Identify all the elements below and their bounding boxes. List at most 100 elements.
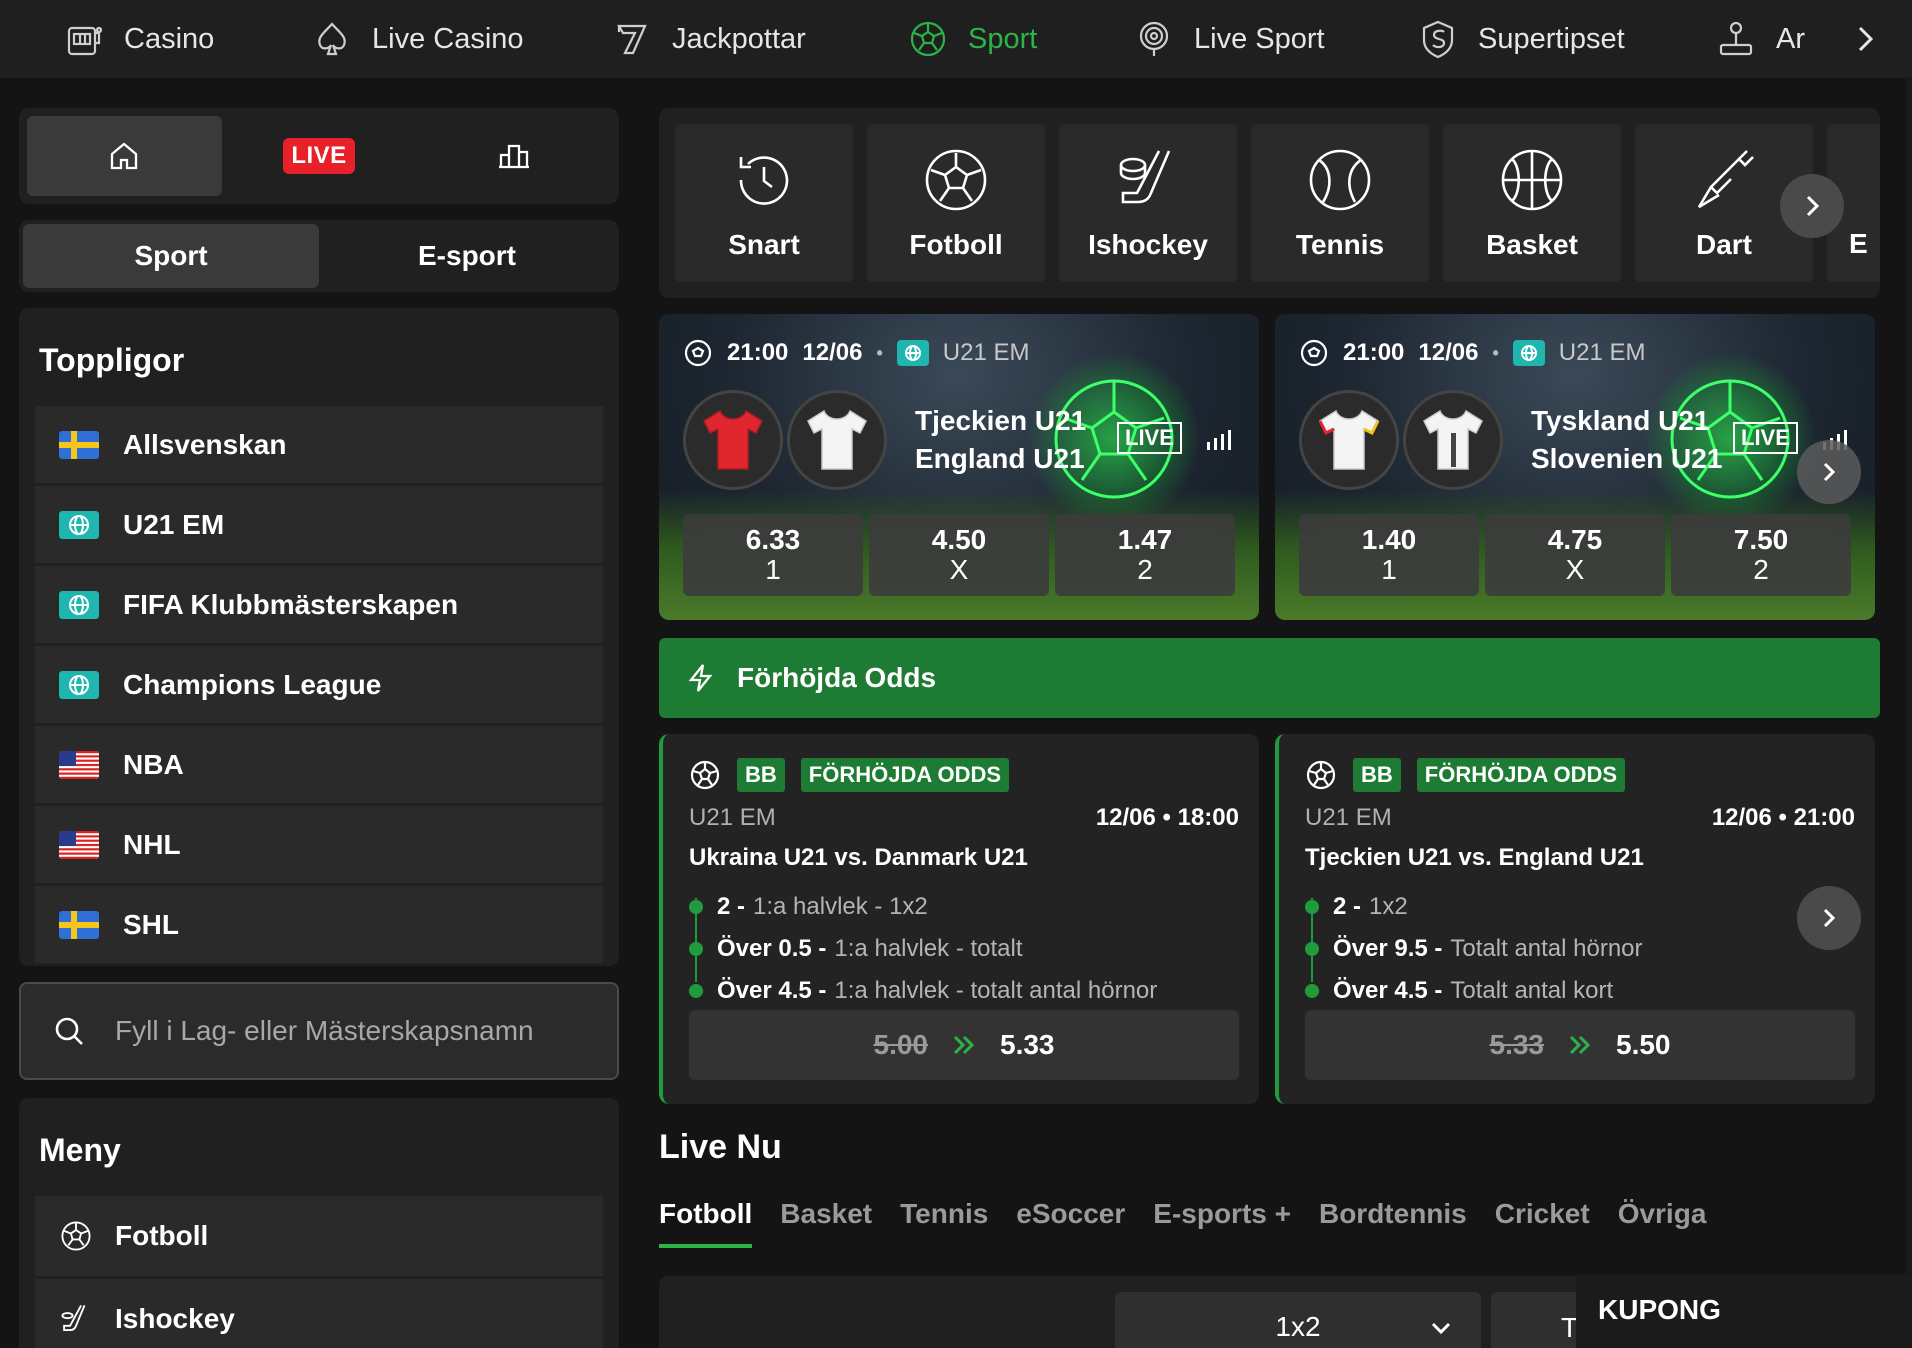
- league-label: SHL: [123, 908, 179, 940]
- league-item-champions-league[interactable]: Champions League: [35, 646, 603, 723]
- nav-sport[interactable]: Sport: [908, 0, 1037, 78]
- sport-tile-ishockey[interactable]: Ishockey: [1059, 124, 1237, 282]
- match-competition: U21 EM: [942, 339, 1030, 366]
- meny-panel: Meny Fotboll Ishockey: [19, 1098, 619, 1348]
- sport-tile-snart[interactable]: Snart: [675, 124, 853, 282]
- boost-card-header: BB FÖRHÖJDA ODDS: [1305, 758, 1855, 792]
- nav-supertipset[interactable]: Supertipset: [1418, 0, 1625, 78]
- tab-live[interactable]: LIVE: [222, 116, 417, 196]
- odds-value: 1.47: [1117, 524, 1173, 555]
- nav-ar[interactable]: Ar: [1716, 0, 1805, 78]
- tab-bordtennis[interactable]: Bordtennis: [1319, 1198, 1467, 1248]
- globe-icon: [59, 670, 99, 699]
- selection-item: Över 4.5 -1:a halvlek - totalt antal hör…: [689, 970, 1239, 1012]
- switch-sport[interactable]: Sport: [23, 224, 319, 288]
- odds-button-draw[interactable]: 4.75 X: [1485, 514, 1665, 596]
- match-time: 21:00: [727, 339, 789, 366]
- boosted-odds-button[interactable]: 5.00 5.33: [689, 1010, 1239, 1080]
- odds-value: 7.50: [1733, 524, 1789, 555]
- league-label: NBA: [123, 748, 184, 780]
- nav-next-button[interactable]: [1848, 22, 1882, 56]
- league-item-shl[interactable]: SHL: [35, 886, 603, 963]
- match-date: 12/06: [1418, 339, 1479, 366]
- boost-card-meta: U21 EM 12/06 • 18:00: [689, 804, 1239, 832]
- football-icon: [690, 760, 720, 790]
- nav-live-sport[interactable]: Live Sport: [1134, 0, 1325, 78]
- boosted-odds-banner[interactable]: Förhöjda Odds: [659, 638, 1880, 718]
- switch-esport[interactable]: E-sport: [319, 224, 615, 288]
- meny-title: Meny: [39, 1132, 121, 1168]
- market-select-value: 1x2: [1275, 1311, 1321, 1342]
- tab-fotboll[interactable]: Fotboll: [659, 1198, 753, 1248]
- selection-item: 2 -1x2: [1305, 886, 1855, 928]
- market-select[interactable]: 1x2: [1115, 1292, 1481, 1348]
- tab-standings[interactable]: [416, 116, 611, 196]
- sport-tile-label: Snart: [728, 229, 800, 260]
- bb-tag: BB: [1353, 758, 1401, 792]
- league-label: U21 EM: [123, 508, 225, 540]
- nav-live-casino[interactable]: Live Casino: [312, 0, 524, 78]
- live-match-card[interactable]: 21:00 12/06 • U21 EM Tjeckien U21 Englan…: [659, 314, 1259, 620]
- search-icon: [55, 1017, 83, 1045]
- boosted-odds-button[interactable]: 5.33 5.50: [1305, 1010, 1855, 1080]
- meny-item-fotboll[interactable]: Fotboll: [35, 1196, 603, 1276]
- tab-ovriga[interactable]: Övriga: [1618, 1198, 1707, 1248]
- odds-button-home[interactable]: 6.33 1: [683, 514, 863, 596]
- old-odds: 5.33: [1489, 1029, 1545, 1060]
- nav-supertipset-label: Supertipset: [1478, 22, 1625, 55]
- tab-basket[interactable]: Basket: [780, 1198, 872, 1248]
- meny-item-ishockey[interactable]: Ishockey: [35, 1279, 603, 1348]
- s-logo-icon: [1422, 20, 1454, 59]
- league-item-nhl[interactable]: NHL: [35, 806, 603, 883]
- league-item-allsvenskan[interactable]: Allsvenskan: [35, 406, 603, 483]
- joystick-icon: [1719, 21, 1753, 56]
- match-scroll-next-button[interactable]: [1797, 440, 1861, 504]
- league-item-nba[interactable]: NBA: [35, 726, 603, 803]
- tab-tennis[interactable]: Tennis: [900, 1198, 988, 1248]
- spade-icon: [318, 22, 346, 56]
- league-list: Allsvenskan U21 EM FIFA Klubbmästerskape…: [35, 406, 603, 963]
- league-label: NHL: [123, 828, 181, 860]
- nav-jackpottar[interactable]: Jackpottar: [612, 0, 806, 78]
- hockey-icon: [1119, 150, 1171, 204]
- odds-label: 1: [1381, 554, 1397, 585]
- tab-esoccer[interactable]: eSoccer: [1016, 1198, 1125, 1248]
- tab-esports[interactable]: E-sports +: [1153, 1198, 1291, 1248]
- nav-casino-label: Casino: [124, 22, 215, 55]
- odds-row: 1.40 1 4.75 X 7.50 2: [1299, 514, 1851, 596]
- sport-tile-label: Tennis: [1295, 229, 1385, 260]
- away-team: England U21: [915, 443, 1085, 474]
- carousel-next-button[interactable]: [1780, 174, 1844, 238]
- live-nu-title: Live Nu: [659, 1128, 782, 1166]
- league-item-u21-em[interactable]: U21 EM: [35, 486, 603, 563]
- live-match-card[interactable]: 21:00 12/06 • U21 EM Tyskland U21 Sloven…: [1275, 314, 1875, 620]
- sport-tile-fotboll[interactable]: Fotboll: [867, 124, 1045, 282]
- top-navigation: Casino Live Casino Jackpottar Sport Live…: [0, 0, 1912, 78]
- boost-match-title: Ukraina U21 vs. Danmark U21: [689, 844, 1028, 871]
- odds-value: 4.50: [931, 524, 987, 555]
- odds-label: 2: [1137, 554, 1153, 585]
- tab-home[interactable]: [27, 116, 222, 196]
- boost-scroll-next-button[interactable]: [1797, 886, 1861, 950]
- sport-tile-basket[interactable]: Basket: [1443, 124, 1621, 282]
- away-team: Slovenien U21: [1531, 443, 1723, 474]
- team-search: [19, 982, 619, 1080]
- league-item-fifa-klubbmasterskapen[interactable]: FIFA Klubbmästerskapen: [35, 566, 603, 643]
- chevron-right-icon: [1823, 462, 1836, 482]
- live-indicator: LIVE: [1117, 422, 1182, 454]
- nav-casino[interactable]: Casino: [64, 0, 214, 78]
- kupong-button[interactable]: KUPONG: [1576, 1274, 1912, 1348]
- sport-tile-tennis[interactable]: Tennis: [1251, 124, 1429, 282]
- search-input[interactable]: [115, 1015, 595, 1047]
- odds-value: 4.75: [1547, 524, 1603, 555]
- odds-button-away[interactable]: 1.47 2: [1055, 514, 1235, 596]
- nav-ar-label: Ar: [1776, 22, 1805, 55]
- odds-label: X: [1565, 554, 1585, 585]
- odds-button-draw[interactable]: 4.50 X: [869, 514, 1049, 596]
- football-icon: [910, 21, 946, 57]
- odds-button-home[interactable]: 1.40 1: [1299, 514, 1479, 596]
- page-scrollbar[interactable]: [1906, 78, 1912, 1348]
- tab-cricket[interactable]: Cricket: [1495, 1198, 1590, 1248]
- odds-button-away[interactable]: 7.50 2: [1671, 514, 1851, 596]
- nav-live-sport-label: Live Sport: [1194, 22, 1325, 55]
